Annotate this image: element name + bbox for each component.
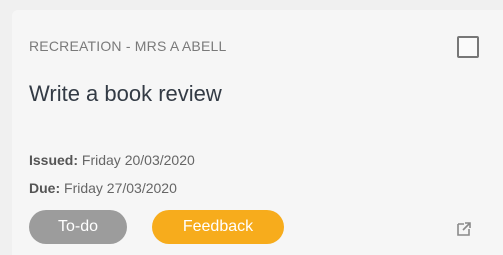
feedback-button[interactable]: Feedback <box>152 210 284 244</box>
issued-date: Issued: Friday 20/03/2020 <box>29 152 195 168</box>
due-date: Due: Friday 27/03/2020 <box>29 180 177 196</box>
complete-checkbox[interactable] <box>457 36 479 58</box>
assignment-title[interactable]: Write a book review <box>29 81 222 107</box>
open-external-icon[interactable] <box>456 221 472 237</box>
issued-label: Issued: <box>29 152 79 168</box>
due-value: Friday 27/03/2020 <box>64 180 177 196</box>
due-label: Due: <box>29 180 61 196</box>
status-badge-todo[interactable]: To-do <box>29 210 127 244</box>
issued-value: Friday 20/03/2020 <box>81 152 195 168</box>
course-label: RECREATION - MRS A ABELL <box>29 38 227 54</box>
assignment-card[interactable]: RECREATION - MRS A ABELL Write a book re… <box>12 10 503 255</box>
